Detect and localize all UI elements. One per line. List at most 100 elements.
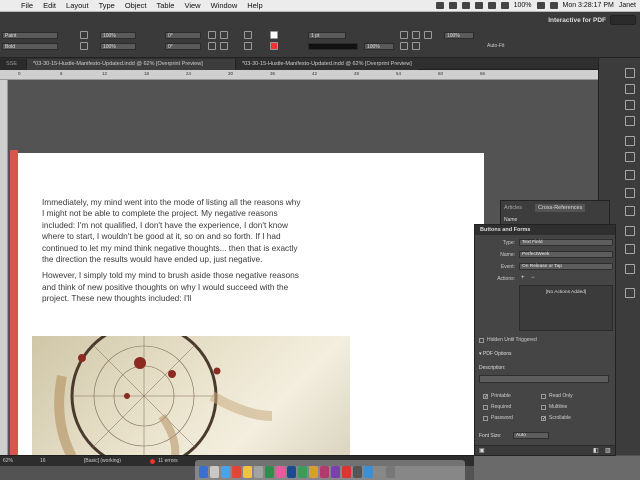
terminal-icon[interactable] <box>353 466 362 478</box>
rotate-cw-icon[interactable] <box>208 31 216 39</box>
preflight-profile[interactable]: [Basic] (working) <box>84 458 121 464</box>
body-text-frame[interactable]: Immediately, my mind went into the mode … <box>42 197 304 310</box>
dreamweaver-icon[interactable] <box>298 466 307 478</box>
document-page[interactable]: Immediately, my mind went into the mode … <box>18 153 484 455</box>
center-content-icon[interactable] <box>424 31 432 39</box>
tab-articles[interactable]: Articles <box>504 205 522 211</box>
align-icon[interactable] <box>80 31 88 39</box>
stroke-icon[interactable] <box>625 116 635 126</box>
multiline-checkbox[interactable]: Multiline <box>541 404 567 410</box>
system-preferences-icon[interactable] <box>254 466 263 478</box>
color-icon[interactable] <box>625 152 635 162</box>
illustrator-icon[interactable] <box>309 466 318 478</box>
trash-dock-icon[interactable] <box>386 466 395 478</box>
font-size-select[interactable]: Auto <box>513 432 549 439</box>
type-select[interactable]: Text Field <box>519 239 613 246</box>
vertical-ruler[interactable] <box>0 80 8 455</box>
preview-icon[interactable]: ▣ <box>479 447 485 454</box>
font-style-field[interactable]: Bold <box>2 43 58 50</box>
photoshop-icon[interactable] <box>287 466 296 478</box>
tab-cross-references[interactable]: Cross-References <box>535 204 586 212</box>
align-panel-icon[interactable] <box>625 206 635 216</box>
chrome-icon[interactable] <box>232 466 241 478</box>
add-action-icon[interactable]: + <box>521 275 525 281</box>
rotate-ccw-icon[interactable] <box>220 31 228 39</box>
buttons-forms-icon[interactable] <box>625 288 635 298</box>
menu-type[interactable]: Type <box>94 1 120 10</box>
reference-point-field[interactable]: 100% <box>444 32 474 39</box>
select-container-icon[interactable] <box>244 31 252 39</box>
flag-icon[interactable] <box>549 2 558 9</box>
menu-view[interactable]: View <box>179 1 205 10</box>
zoom-level[interactable]: 62% <box>3 458 13 464</box>
launchpad-icon[interactable] <box>210 466 219 478</box>
safari-icon[interactable] <box>221 466 230 478</box>
panel-header[interactable]: Buttons and Forms <box>475 225 615 235</box>
vertical-scale-field[interactable]: 100% <box>100 43 136 50</box>
fit-proportional-icon[interactable] <box>412 42 420 50</box>
pdf-options-header[interactable]: ▾ PDF Options <box>479 351 512 357</box>
printable-checkbox[interactable]: ✓ Printable <box>483 393 511 399</box>
menu-window[interactable]: Window <box>206 1 243 10</box>
menubar-user[interactable]: Janet <box>619 2 636 9</box>
description-input[interactable] <box>479 375 609 383</box>
remove-action-icon[interactable]: − <box>531 275 535 281</box>
animation-icon[interactable] <box>625 264 635 274</box>
horizontal-scale-field[interactable]: 100% <box>100 32 136 39</box>
stroke-type-field[interactable] <box>308 43 358 50</box>
fill-swatch-icon[interactable] <box>270 31 278 39</box>
notes-icon[interactable] <box>243 466 252 478</box>
convert-icon[interactable]: ◧ <box>593 447 599 454</box>
event-select[interactable]: On Release or Tap <box>519 263 613 270</box>
swatches-icon[interactable] <box>625 136 635 146</box>
tab-document-2[interactable]: *03-30-15-Hustle-Manifesto-Updated.indd … <box>236 59 418 70</box>
messages-icon[interactable] <box>265 466 274 478</box>
flip-v-icon[interactable] <box>220 42 228 50</box>
volume-icon[interactable] <box>500 2 509 9</box>
horizontal-ruler[interactable]: 0 6 12 18 24 30 36 42 48 54 60 66 <box>0 70 598 80</box>
paragraph-2[interactable]: However, I simply told my mind to brush … <box>42 270 304 304</box>
opacity-field[interactable]: 100% <box>364 43 394 50</box>
itunes-icon[interactable] <box>276 466 285 478</box>
menu-layout[interactable]: Layout <box>61 1 94 10</box>
search-input[interactable] <box>610 15 636 25</box>
trash-icon[interactable]: ▥ <box>605 447 611 454</box>
hyperlinks-icon[interactable] <box>625 226 635 236</box>
premiere-icon[interactable] <box>331 466 340 478</box>
auto-fit-label[interactable]: Auto-Fit <box>487 43 505 49</box>
effects-icon[interactable] <box>625 170 635 180</box>
menu-edit[interactable]: Edit <box>38 1 61 10</box>
font-family-field[interactable]: Paint <box>2 32 58 39</box>
battery-icon[interactable] <box>536 2 545 9</box>
downloads-stack-icon[interactable] <box>375 466 384 478</box>
finder-icon[interactable] <box>199 466 208 478</box>
page-number[interactable]: 16 <box>40 458 46 464</box>
menu-object[interactable]: Object <box>120 1 152 10</box>
menu-help[interactable]: Help <box>242 1 267 10</box>
app-store-icon[interactable] <box>364 466 373 478</box>
fill-frame-icon[interactable] <box>400 42 408 50</box>
fit-frame-icon[interactable] <box>412 31 420 39</box>
stroke-swatch-icon[interactable] <box>270 42 278 50</box>
links-icon[interactable] <box>625 100 635 110</box>
actions-list[interactable]: [No Actions Added] <box>519 285 613 331</box>
menu-file[interactable]: File <box>16 1 38 10</box>
timemachine-icon[interactable] <box>461 2 470 9</box>
workspace-switcher[interactable]: Interactive for PDF <box>548 17 606 24</box>
tab-active-document[interactable]: *03-30-15-Hustle-Manifesto-Updated.indd … <box>26 59 236 70</box>
justify-icon[interactable] <box>80 42 88 50</box>
text-wrap-icon[interactable] <box>625 188 635 198</box>
dropbox-icon[interactable] <box>435 2 444 9</box>
read-only-checkbox[interactable]: Read Only <box>541 393 573 399</box>
camera-icon[interactable] <box>448 2 457 9</box>
name-input[interactable]: PerfectWeek <box>519 251 613 258</box>
fit-content-icon[interactable] <box>400 31 408 39</box>
stroke-weight-field[interactable]: 1 pt <box>308 32 346 39</box>
pages-icon[interactable] <box>625 68 635 78</box>
acrobat-icon[interactable] <box>342 466 351 478</box>
required-checkbox[interactable]: Required <box>483 404 511 410</box>
preflight-errors[interactable]: 11 errors <box>158 458 178 464</box>
dreamcatcher-photo[interactable] <box>32 336 350 455</box>
wifi-icon[interactable] <box>487 2 496 9</box>
bookmarks-icon[interactable] <box>625 244 635 254</box>
